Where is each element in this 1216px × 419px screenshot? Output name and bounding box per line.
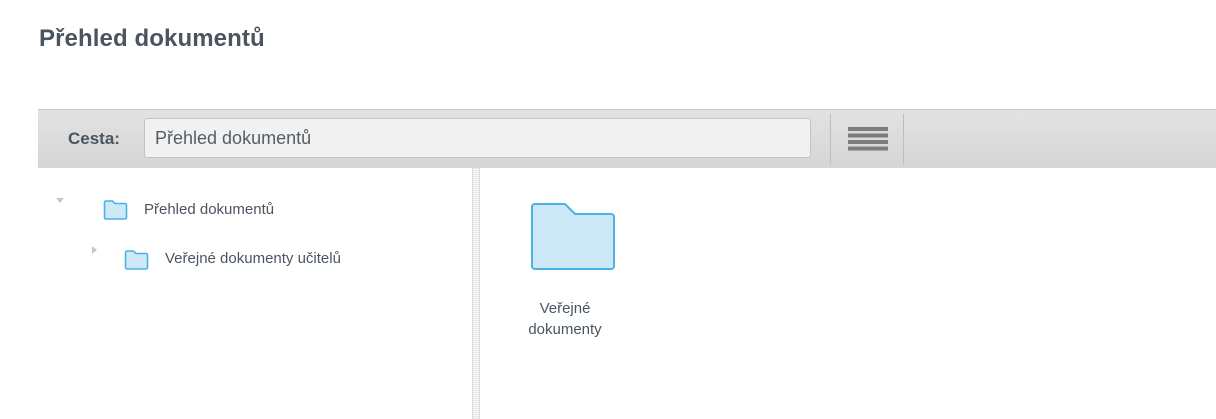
- path-label: Cesta:: [68, 129, 120, 148]
- pane-splitter[interactable]: [472, 168, 480, 419]
- folder-icon: [124, 250, 149, 270]
- page-title: Přehled dokumentů: [39, 25, 265, 52]
- tree-item-label: Veřejné dokumenty učitelů: [165, 250, 341, 267]
- tree-expand-toggle[interactable]: [56, 198, 64, 203]
- folder-tile-label-line: Veřejné: [539, 300, 591, 317]
- folder-tree: Přehled dokumentů Veřejné dokumenty učit…: [38, 168, 472, 419]
- folder-tile-label: Veřejné dokumenty: [510, 298, 620, 340]
- folder-content: Veřejné dokumenty: [480, 168, 1216, 419]
- folder-tile-label-line: dokumenty: [528, 321, 602, 338]
- document-overview-page: Přehled dokumentů Cesta: Přehled dokumen…: [0, 0, 1216, 419]
- folder-tile-public-docs[interactable]: Veřejné dokumenty: [510, 202, 620, 352]
- path-input[interactable]: [144, 118, 811, 158]
- tree-expand-toggle[interactable]: [92, 246, 97, 254]
- path-toolbar: Cesta:: [38, 109, 1216, 168]
- folder-icon: [531, 203, 615, 270]
- view-toggle-button[interactable]: [830, 114, 904, 164]
- folder-icon: [103, 200, 128, 220]
- list-view-icon: [848, 127, 888, 151]
- tree-item-label: Přehled dokumentů: [144, 201, 275, 218]
